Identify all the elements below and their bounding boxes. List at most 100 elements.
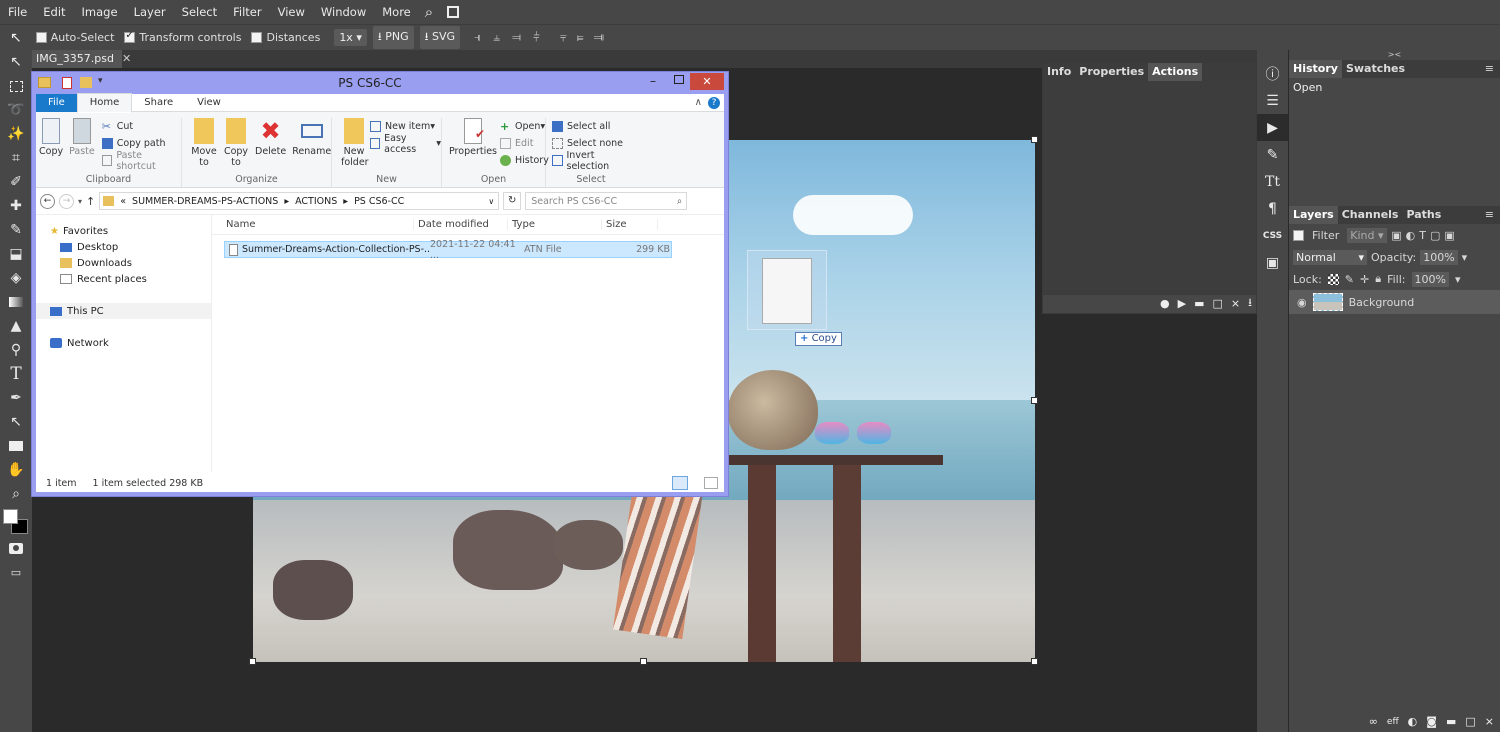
nav-this-pc[interactable]: This PC [36,303,211,319]
actions-play-icon[interactable]: ▶ [1257,114,1288,141]
css-icon[interactable]: CSS [1257,222,1288,249]
filter-type-icon[interactable]: T [1419,229,1426,242]
align-middle-icon[interactable]: ⫢ [577,30,584,45]
column-size[interactable]: Size [602,219,658,230]
new-action-icon[interactable]: □ [1213,297,1223,310]
mask-icon[interactable]: ◙ [1426,715,1437,728]
invert-selection-button[interactable]: Invert selection [552,150,636,172]
pen-icon[interactable]: ✒ [0,386,32,410]
paste-shortcut-button[interactable]: Paste shortcut [101,150,181,172]
actions-list[interactable] [1043,81,1256,295]
file-row[interactable]: Summer-Dreams-Action-Collection-PS-... 2… [224,239,672,261]
move-icon[interactable]: ↖ [0,50,32,74]
properties-button[interactable]: ✔ Properties [449,118,497,174]
close-button[interactable]: ✕ [690,73,724,90]
transform-handle[interactable] [249,658,256,665]
ribbon-tab-share[interactable]: Share [132,94,185,112]
ribbon-tab-view[interactable]: View [185,94,233,112]
transform-handle[interactable] [1031,658,1038,665]
menu-more[interactable]: More [374,0,419,24]
filter-shape-icon[interactable]: ▢ [1430,229,1440,242]
menu-edit[interactable]: Edit [35,0,73,24]
quick-mask-icon[interactable] [0,536,32,560]
tab-channels[interactable]: Channels [1338,206,1403,224]
menu-file[interactable]: File [0,0,35,24]
filter-adjust-icon[interactable]: ◐ [1406,229,1416,242]
distances-checkbox[interactable]: Distances [251,31,320,44]
collapse-ribbon-icon[interactable]: ∧ [695,97,702,108]
column-date[interactable]: Date modified [414,219,508,230]
history-button[interactable]: History [500,152,549,169]
edit-button[interactable]: Edit [500,135,549,152]
filter-smart-icon[interactable]: ▣ [1444,229,1454,242]
hand-icon[interactable]: ✋ [0,458,32,482]
explorer-window[interactable]: ▾ PS CS6-CC – ✕ File Home Share View ∧ ?… [31,71,729,497]
column-name[interactable]: Name [212,219,414,230]
tab-paths[interactable]: Paths [1402,206,1445,224]
align-left-icon[interactable]: ⫣ [474,30,481,45]
delete-button[interactable]: ✖ Delete [255,118,286,174]
move-tool-icon[interactable]: ↖ [10,30,22,46]
align-center-icon[interactable]: ⫨ [493,30,500,45]
address-bar[interactable]: « SUMMER-DREAMS-PS-ACTIONS ▸ ACTIONS ▸ P… [99,192,500,210]
folder-icon[interactable]: ▬ [1446,715,1456,728]
details-view-button[interactable] [672,476,688,490]
brush-icon[interactable]: ✎ [0,218,32,242]
kind-dropdown[interactable]: Kind ▾ [1347,227,1388,243]
stop-icon[interactable]: ● [1160,297,1170,310]
nav-network[interactable]: Network [36,335,211,351]
type-icon[interactable]: T [0,362,32,386]
menu-select[interactable]: Select [174,0,225,24]
search-input[interactable]: Search PS CS6-CC [531,196,617,207]
opacity-input[interactable]: 100% [1420,249,1458,265]
cut-button[interactable]: ✂ Cut [102,118,181,135]
sliders-icon[interactable]: ☰ [1257,87,1288,114]
move-to-button[interactable]: Move to [191,118,217,174]
search-box[interactable]: Search PS CS6-CC ⌕ [525,192,688,210]
lock-transparency-icon[interactable] [1327,273,1339,285]
tab-actions[interactable]: Actions [1148,63,1203,81]
breadcrumb-item[interactable]: ACTIONS [295,196,337,207]
lock-move-icon[interactable]: ✛ [1360,273,1369,286]
download-icon[interactable]: ⭳ [1248,294,1252,313]
filter-image-icon[interactable]: ▣ [1391,229,1401,242]
copy-button[interactable]: Copy [39,118,63,174]
crop-icon[interactable]: ⌗ [0,146,32,170]
info-icon[interactable]: ⓘ [1257,60,1288,87]
back-button[interactable]: ← [40,193,55,209]
fill-arrow-icon[interactable]: ▾ [1455,273,1461,286]
link-icon[interactable]: ∞ [1369,715,1378,728]
panel-menu-icon[interactable]: ≡ [1485,206,1494,224]
eyedropper-icon[interactable]: ✐ [0,170,32,194]
align-right-icon[interactable]: ⫤ [512,30,521,45]
play-icon[interactable]: ▶ [1178,297,1186,310]
nav-downloads[interactable]: Downloads [36,255,211,271]
history-item[interactable]: Open [1289,78,1500,97]
minimize-button[interactable]: – [650,74,656,88]
delete-icon[interactable]: ⨯ [1231,297,1240,310]
close-tab-icon[interactable]: ✕ [122,52,131,65]
transform-handle[interactable] [640,658,647,665]
new-folder-button[interactable]: New folder [341,118,369,174]
column-type[interactable]: Type [508,219,602,230]
menu-image[interactable]: Image [74,0,126,24]
copy-to-button[interactable]: Copy to [223,118,249,174]
paragraph-icon[interactable]: ¶ [1257,195,1288,222]
lock-all-icon[interactable]: 🔒︎ [1375,272,1381,286]
nav-recent[interactable]: Recent places [36,271,211,287]
stamp-icon[interactable]: ⬓ [0,242,32,266]
distribute-icon[interactable]: ⫩ [533,30,540,45]
new-layer-icon[interactable]: □ [1465,715,1475,728]
help-icon[interactable]: ? [708,96,720,109]
marquee-icon[interactable] [0,74,32,98]
nav-desktop[interactable]: Desktop [36,239,211,255]
fullscreen-icon[interactable] [447,6,460,18]
tab-layers[interactable]: Layers [1289,206,1338,224]
large-icons-view-button[interactable] [704,477,718,489]
search-icon[interactable]: ⌕ [425,3,433,21]
refresh-button[interactable]: ↻ [503,192,522,210]
layer-name[interactable]: Background [1349,296,1415,309]
image-icon[interactable]: ▣ [1257,249,1288,276]
eraser-icon[interactable]: ◈ [0,266,32,290]
transform-handle[interactable] [1031,397,1038,404]
